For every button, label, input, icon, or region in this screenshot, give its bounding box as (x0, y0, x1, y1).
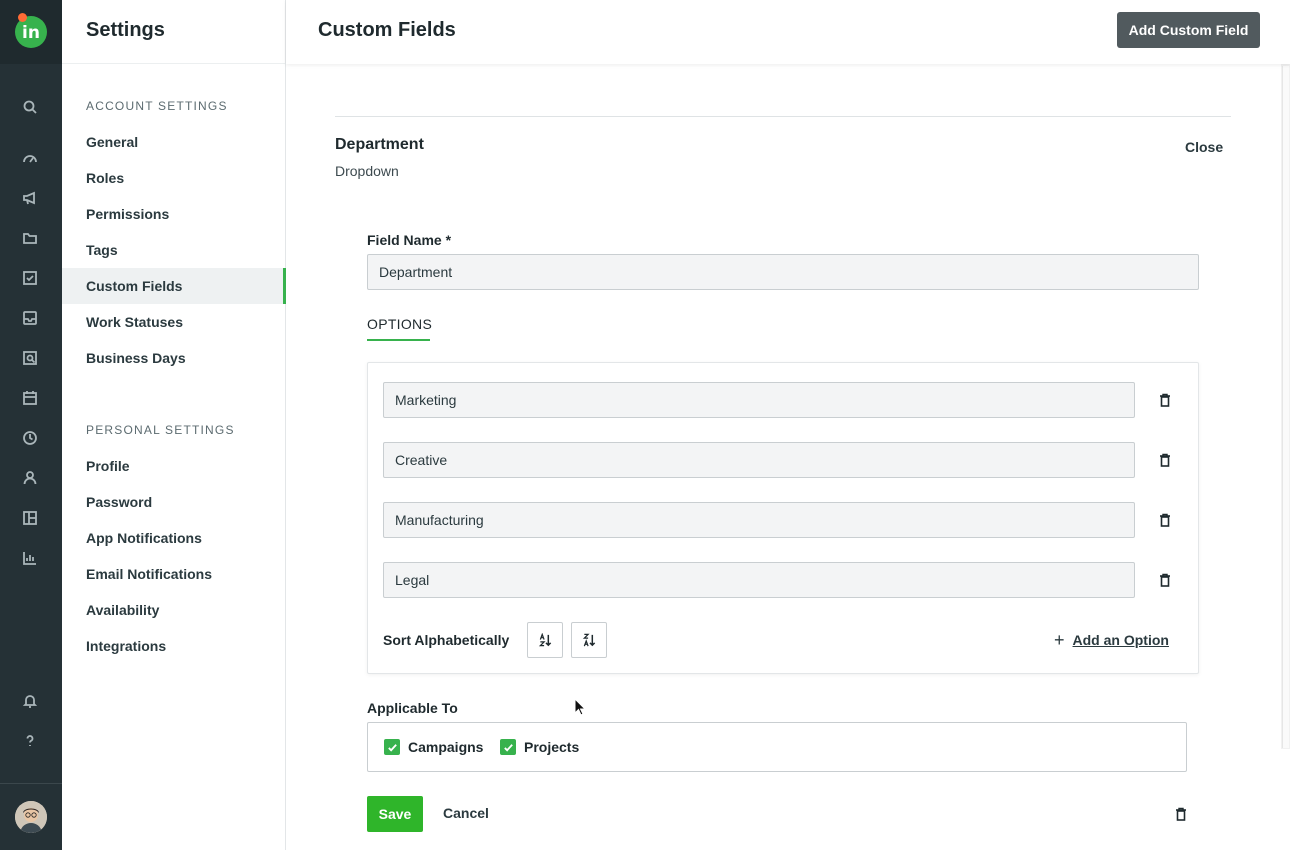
sort-alphabetically-label: Sort Alphabetically (383, 632, 510, 648)
add-option-label: Add an Option (1072, 632, 1169, 648)
help-icon[interactable] (21, 732, 39, 750)
projects-checkbox[interactable] (500, 739, 516, 755)
user-icon[interactable] (21, 469, 39, 487)
app-rail: in (0, 0, 62, 850)
add-option-button[interactable]: + Add an Option (1054, 630, 1169, 650)
settings-sidebar: Settings ACCOUNT SETTINGS General Roles … (62, 0, 286, 850)
sidebar-item-work-statuses[interactable]: Work Statuses (62, 304, 285, 340)
applicable-to-label: Applicable To (367, 700, 458, 716)
sidebar-item-email-notifications[interactable]: Email Notifications (62, 556, 285, 592)
campaigns-label[interactable]: Campaigns (408, 739, 483, 755)
sidebar-item-availability[interactable]: Availability (62, 592, 285, 628)
sidebar-item-business-days[interactable]: Business Days (62, 340, 285, 376)
logo-mark: in (15, 13, 47, 48)
logo-text: in (22, 22, 40, 43)
main-header: Custom Fields Add Custom Field (286, 0, 1290, 64)
field-name-input[interactable]: Department (367, 254, 1199, 290)
sort-descending-button[interactable] (571, 622, 607, 658)
check-icon (387, 743, 397, 752)
option-input[interactable]: Marketing (383, 382, 1135, 418)
projects-label[interactable]: Projects (524, 739, 579, 755)
sidebar-item-app-notifications[interactable]: App Notifications (62, 520, 285, 556)
calendar-icon[interactable] (21, 389, 39, 407)
sort-descending-icon (582, 633, 595, 646)
sidebar-item-integrations[interactable]: Integrations (62, 628, 285, 664)
option-input[interactable]: Creative (383, 442, 1135, 478)
field-name-label: Field Name * (367, 232, 452, 248)
option-input[interactable]: Manufacturing (383, 502, 1135, 538)
dashboard-icon[interactable] (21, 149, 39, 167)
layout-icon[interactable] (21, 509, 39, 527)
trash-icon[interactable] (1158, 512, 1172, 528)
app-logo[interactable]: in (0, 0, 62, 64)
applicable-to-box (367, 722, 1187, 772)
field-type: Dropdown (335, 163, 399, 179)
sidebar-item-profile[interactable]: Profile (62, 448, 285, 484)
tab-underline (367, 339, 430, 341)
account-settings-label: ACCOUNT SETTINGS (86, 99, 228, 113)
sidebar-item-permissions[interactable]: Permissions (62, 196, 285, 232)
sidebar-item-tags[interactable]: Tags (62, 232, 285, 268)
task-check-icon[interactable] (21, 269, 39, 287)
plus-icon: + (1054, 630, 1065, 650)
campaigns-checkbox[interactable] (384, 739, 400, 755)
option-input[interactable]: Legal (383, 562, 1135, 598)
scrollbar-thumb[interactable] (1282, 66, 1289, 748)
delete-field-trash-icon[interactable] (1174, 806, 1188, 822)
mouse-cursor-icon (574, 698, 586, 716)
folder-icon[interactable] (21, 229, 39, 247)
search-icon[interactable] (21, 98, 39, 116)
divider (335, 116, 1231, 117)
sidebar-item-password[interactable]: Password (62, 484, 285, 520)
check-icon (503, 743, 513, 752)
avatar[interactable] (15, 801, 47, 833)
cancel-button[interactable]: Cancel (443, 805, 489, 821)
bell-icon[interactable] (21, 692, 39, 710)
trash-icon[interactable] (1158, 452, 1172, 468)
trash-icon[interactable] (1158, 392, 1172, 408)
tab-options[interactable]: OPTIONS (367, 316, 432, 332)
review-icon[interactable] (21, 349, 39, 367)
inbox-icon[interactable] (21, 309, 39, 327)
sidebar-item-general[interactable]: General (62, 124, 285, 160)
page-title: Custom Fields (318, 19, 456, 41)
field-title: Department (335, 136, 424, 153)
add-custom-field-button[interactable]: Add Custom Field (1117, 12, 1260, 48)
close-button[interactable]: Close (1185, 139, 1223, 155)
save-button[interactable]: Save (367, 796, 423, 832)
sidebar-title: Settings (86, 19, 165, 41)
sort-ascending-icon (538, 632, 551, 646)
clock-icon[interactable] (21, 429, 39, 447)
sidebar-item-roles[interactable]: Roles (62, 160, 285, 196)
sort-ascending-button[interactable] (527, 622, 563, 658)
megaphone-icon[interactable] (21, 189, 39, 207)
rail-divider (0, 783, 62, 784)
logo-dot (18, 13, 27, 22)
sidebar-item-custom-fields[interactable]: Custom Fields (62, 268, 286, 304)
personal-settings-label: PERSONAL SETTINGS (86, 423, 235, 437)
bar-chart-icon[interactable] (21, 549, 39, 567)
trash-icon[interactable] (1158, 572, 1172, 588)
